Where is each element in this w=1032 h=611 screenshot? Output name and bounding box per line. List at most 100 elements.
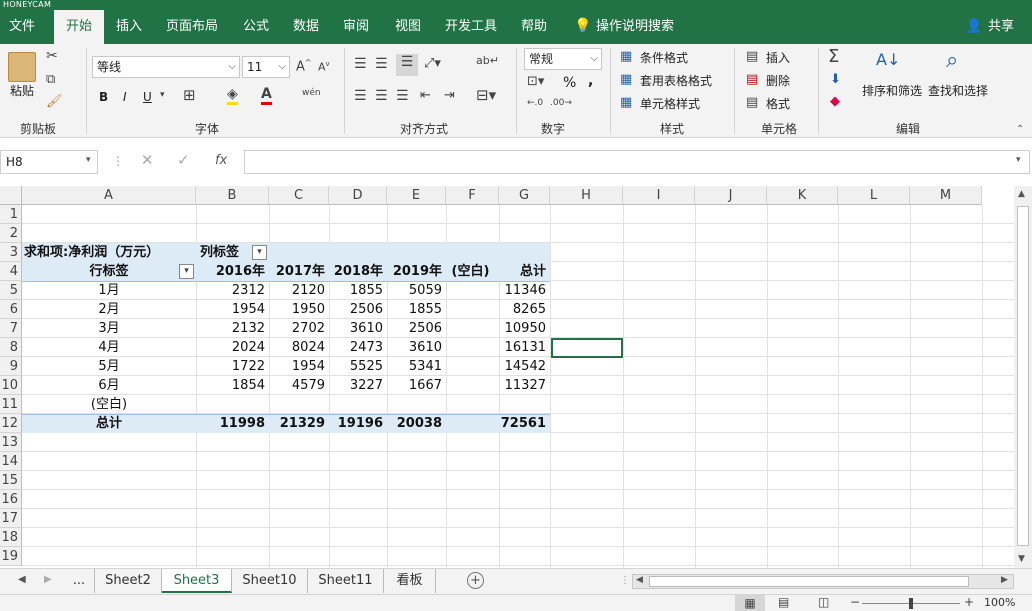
spreadsheet-grid[interactable]: ABCDEFGHIJKLM 1 2 3 4 5 6 7 8 9 10 11 12 13 14 15 16 17 1… xyxy=(0,186,1014,568)
copy-icon[interactable]: ⧉ xyxy=(46,72,55,87)
wrap-text-icon[interactable]: ab↵ xyxy=(476,54,499,67)
pivot-value-label[interactable]: 求和项:净利润（万元） xyxy=(24,243,159,262)
pivot-value-cell[interactable]: 4579 xyxy=(269,376,329,395)
find-select-button[interactable]: 查找和选择 xyxy=(928,82,988,100)
column-header-i[interactable]: I xyxy=(623,186,695,205)
filter-dropdown-icon[interactable]: ▾ xyxy=(252,245,267,260)
pivot-value-cell[interactable]: 3610 xyxy=(329,319,387,338)
zoom-in-icon[interactable]: + xyxy=(964,595,974,609)
filter-dropdown-icon[interactable]: ▾ xyxy=(179,264,194,279)
pivot-value-cell[interactable] xyxy=(387,395,446,414)
orientation-icon[interactable]: ⤢▾ xyxy=(424,56,441,71)
pivot-col-header[interactable]: 2017年 xyxy=(269,262,329,281)
enter-icon[interactable]: ✓ xyxy=(177,151,190,169)
pivot-value-cell[interactable]: 1950 xyxy=(269,300,329,319)
pivot-value-cell[interactable]: 3610 xyxy=(387,338,446,357)
pivot-value-cell[interactable]: 1722 xyxy=(196,357,269,376)
tab-review[interactable]: 审阅 xyxy=(334,10,378,44)
pivot-value-cell[interactable]: 1854 xyxy=(196,376,269,395)
row-header-6[interactable]: 6 xyxy=(0,300,22,319)
row-header-10[interactable]: 10 xyxy=(0,376,22,395)
tab-home[interactable]: 开始 xyxy=(54,10,104,44)
pivot-value-cell[interactable]: 1855 xyxy=(387,300,446,319)
collapse-ribbon-icon[interactable]: ⌃ xyxy=(1016,124,1024,135)
cell-styles-button[interactable]: 单元格样式 xyxy=(640,95,700,113)
pivot-col-header[interactable]: 2019年 xyxy=(387,262,446,281)
paste-icon[interactable] xyxy=(8,52,36,82)
row-header-9[interactable]: 9 xyxy=(0,357,22,376)
column-header-j[interactable]: J xyxy=(695,186,767,205)
pivot-value-cell[interactable]: 8024 xyxy=(269,338,329,357)
align-center-icon[interactable]: ☰ xyxy=(375,88,388,104)
number-format-select[interactable]: 常规 ⌵ xyxy=(524,48,602,70)
formula-input[interactable] xyxy=(244,150,1030,174)
pivot-row-item[interactable]: 3月 xyxy=(22,319,196,338)
currency-icon[interactable]: ⊡▾ xyxy=(527,74,544,89)
add-sheet-icon[interactable]: + xyxy=(467,572,484,589)
row-header-14[interactable]: 14 xyxy=(0,452,22,471)
pivot-row-item[interactable]: 1月 xyxy=(22,281,196,300)
row-header-8[interactable]: 8 xyxy=(0,338,22,357)
delete-cells-button[interactable]: 删除 xyxy=(766,72,790,90)
row-header-18[interactable]: 18 xyxy=(0,528,22,547)
increase-font-icon[interactable]: A^ xyxy=(296,58,312,74)
tab-formulas[interactable]: 公式 xyxy=(234,10,278,44)
pivot-total-cell[interactable]: 21329 xyxy=(269,414,329,433)
share-button[interactable]: 共享 xyxy=(984,10,1018,44)
sheet-tab-dashboard[interactable]: 看板 xyxy=(384,569,436,593)
pivot-value-cell[interactable] xyxy=(446,395,499,414)
horizontal-scrollbar[interactable]: ◀ ▶ xyxy=(632,574,1014,589)
column-header-a[interactable]: A xyxy=(22,186,196,205)
row-header-15[interactable]: 15 xyxy=(0,471,22,490)
pivot-value-cell[interactable]: 2473 xyxy=(329,338,387,357)
row-header-3[interactable]: 3 xyxy=(0,243,22,262)
column-header-h[interactable]: H xyxy=(550,186,623,205)
pivot-col-header[interactable]: 2018年 xyxy=(329,262,387,281)
next-sheet-icon[interactable]: ▶ xyxy=(44,574,52,585)
format-as-table-button[interactable]: 套用表格格式 xyxy=(640,72,712,90)
column-header-b[interactable]: B xyxy=(196,186,269,205)
underline-button[interactable]: U xyxy=(143,88,152,106)
pivot-value-cell[interactable] xyxy=(446,338,499,357)
pivot-value-cell[interactable] xyxy=(329,395,387,414)
column-header-l[interactable]: L xyxy=(838,186,910,205)
pivot-value-cell[interactable] xyxy=(446,300,499,319)
scroll-up-icon[interactable]: ▲ xyxy=(1018,189,1025,199)
pivot-value-cell[interactable] xyxy=(499,395,550,414)
scroll-right-icon[interactable]: ▶ xyxy=(1001,575,1008,585)
fill-color-icon[interactable]: ◈ xyxy=(227,86,238,105)
tab-view[interactable]: 视图 xyxy=(386,10,430,44)
pivot-value-cell[interactable]: 3227 xyxy=(329,376,387,395)
pivot-row-item[interactable]: (空白) xyxy=(22,395,196,414)
align-middle-icon[interactable]: ☰ xyxy=(375,56,388,72)
pivot-value-cell[interactable] xyxy=(446,357,499,376)
zoom-level[interactable]: 100% xyxy=(984,596,1015,609)
row-header-5[interactable]: 5 xyxy=(0,281,22,300)
pivot-column-label[interactable]: 列标签 xyxy=(200,243,239,262)
sheet-tab-sheet2[interactable]: Sheet2 xyxy=(94,569,162,593)
tab-data[interactable]: 数据 xyxy=(284,10,328,44)
page-break-view-icon[interactable]: ◫ xyxy=(818,595,829,609)
row-header-1[interactable]: 1 xyxy=(0,205,22,224)
increase-indent-icon[interactable]: ⇥ xyxy=(444,88,455,103)
select-all-corner[interactable] xyxy=(0,186,22,205)
pivot-row-item[interactable]: 6月 xyxy=(22,376,196,395)
column-header-g[interactable]: G xyxy=(499,186,550,205)
row-header-13[interactable]: 13 xyxy=(0,433,22,452)
pivot-row-item[interactable]: 4月 xyxy=(22,338,196,357)
pivot-total-cell[interactable]: 19196 xyxy=(329,414,387,433)
border-icon[interactable]: ⊞ xyxy=(183,86,196,104)
insert-cells-button[interactable]: 插入 xyxy=(766,49,790,67)
decrease-decimal-icon[interactable]: .00→ xyxy=(550,98,572,108)
bold-button[interactable]: B xyxy=(99,88,108,106)
sheet-tab-sheet11[interactable]: Sheet11 xyxy=(308,569,384,593)
pivot-value-cell[interactable]: 14542 xyxy=(499,357,550,376)
pivot-total-cell[interactable]: 20038 xyxy=(387,414,446,433)
pivot-total-cell[interactable] xyxy=(446,414,499,433)
pivot-value-cell[interactable]: 1667 xyxy=(387,376,446,395)
pivot-value-cell[interactable]: 11346 xyxy=(499,281,550,300)
scroll-left-icon[interactable]: ◀ xyxy=(636,575,643,585)
pivot-value-cell[interactable]: 2506 xyxy=(329,300,387,319)
column-header-k[interactable]: K xyxy=(767,186,838,205)
row-header-11[interactable]: 11 xyxy=(0,395,22,414)
